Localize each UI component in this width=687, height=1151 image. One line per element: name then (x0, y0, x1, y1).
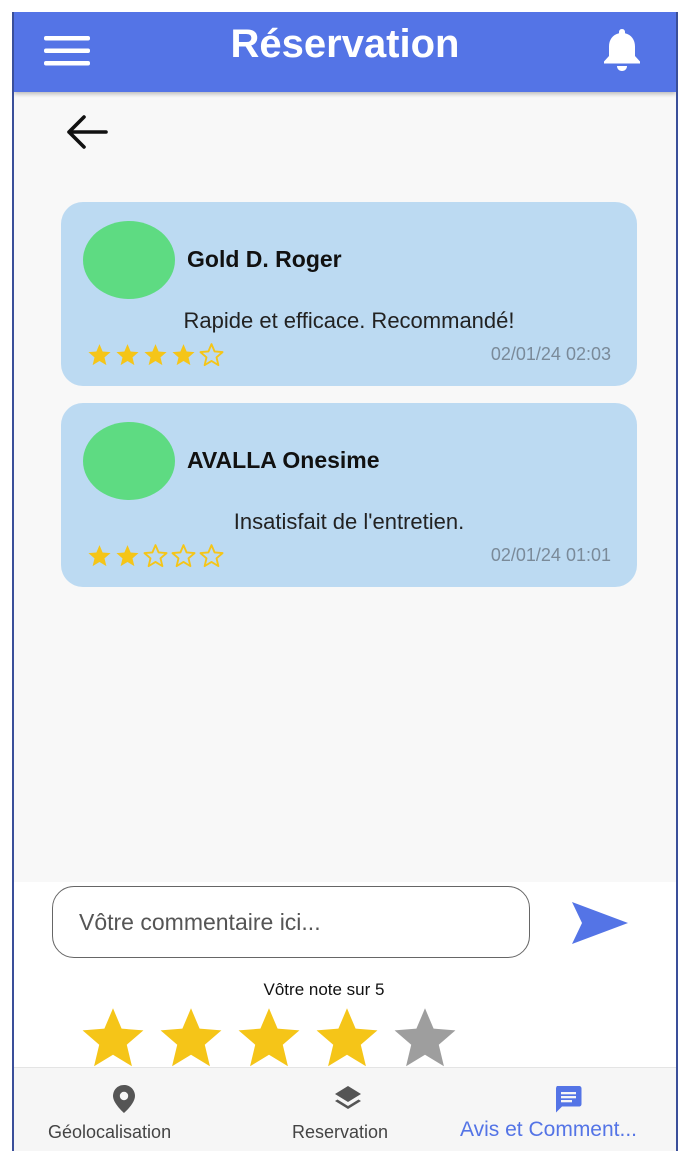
bell-icon[interactable] (600, 26, 644, 72)
star-outline-icon (199, 544, 224, 568)
star-outline-icon (171, 544, 196, 568)
nav-item-reservation[interactable]: Reservation (288, 1068, 412, 1151)
review-date: 02/01/24 02:03 (490, 344, 611, 364)
star-filled-icon (88, 545, 111, 567)
review-card: AVALLA Onesime Insatisfait de l'entretie… (61, 403, 637, 587)
star-filled-icon[interactable] (312, 1004, 382, 1070)
app-screen: Réservation Gold D. Roger Rapide et effi… (12, 12, 678, 1151)
rating-label: Vôtre note sur 5 (263, 980, 385, 999)
avatar (83, 221, 175, 299)
bottom-navigation: Géolocalisation Reservation Avis et Comm… (14, 1067, 676, 1151)
send-icon[interactable] (570, 900, 630, 946)
star-filled-icon (88, 344, 111, 366)
comment-panel: Vôtre note sur 5 (14, 882, 676, 1068)
nav-label: Reservation (292, 1122, 389, 1142)
star-filled-icon (172, 344, 195, 366)
star-empty-icon[interactable] (390, 1004, 460, 1070)
star-outline-icon (143, 544, 168, 568)
nav-label: Avis et Comment... (460, 1118, 638, 1141)
reviewer-name: Gold D. Roger (187, 246, 342, 272)
arrow-left-icon[interactable] (62, 112, 110, 152)
review-text: Rapide et efficace. Recommandé! (183, 308, 515, 333)
review-stars (87, 543, 224, 569)
star-filled-icon[interactable] (156, 1004, 226, 1070)
star-outline-icon (199, 343, 224, 367)
app-bar: Réservation (14, 12, 676, 92)
nav-item-avis-commentaires[interactable]: Avis et Comment... (460, 1068, 674, 1151)
comment-input[interactable] (52, 886, 530, 958)
review-date: 02/01/24 01:01 (490, 545, 611, 565)
comment-icon (556, 1086, 582, 1113)
star-filled-icon (116, 545, 139, 567)
rating-stars-input (78, 1004, 460, 1070)
review-card: Gold D. Roger Rapide et efficace. Recomm… (61, 202, 637, 386)
star-filled-icon[interactable] (234, 1004, 304, 1070)
star-filled-icon (116, 344, 139, 366)
location-pin-icon (113, 1085, 135, 1113)
review-text: Insatisfait de l'entretien. (233, 509, 465, 534)
page-title: Réservation (230, 22, 460, 66)
avatar (83, 422, 175, 500)
star-filled-icon (144, 344, 167, 366)
star-filled-icon[interactable] (78, 1004, 148, 1070)
review-stars (87, 342, 224, 368)
reviewer-name: AVALLA Onesime (187, 447, 380, 473)
nav-item-geolocalisation[interactable]: Géolocalisation (48, 1068, 208, 1151)
nav-label: Géolocalisation (48, 1122, 172, 1142)
layers-icon (335, 1086, 361, 1109)
